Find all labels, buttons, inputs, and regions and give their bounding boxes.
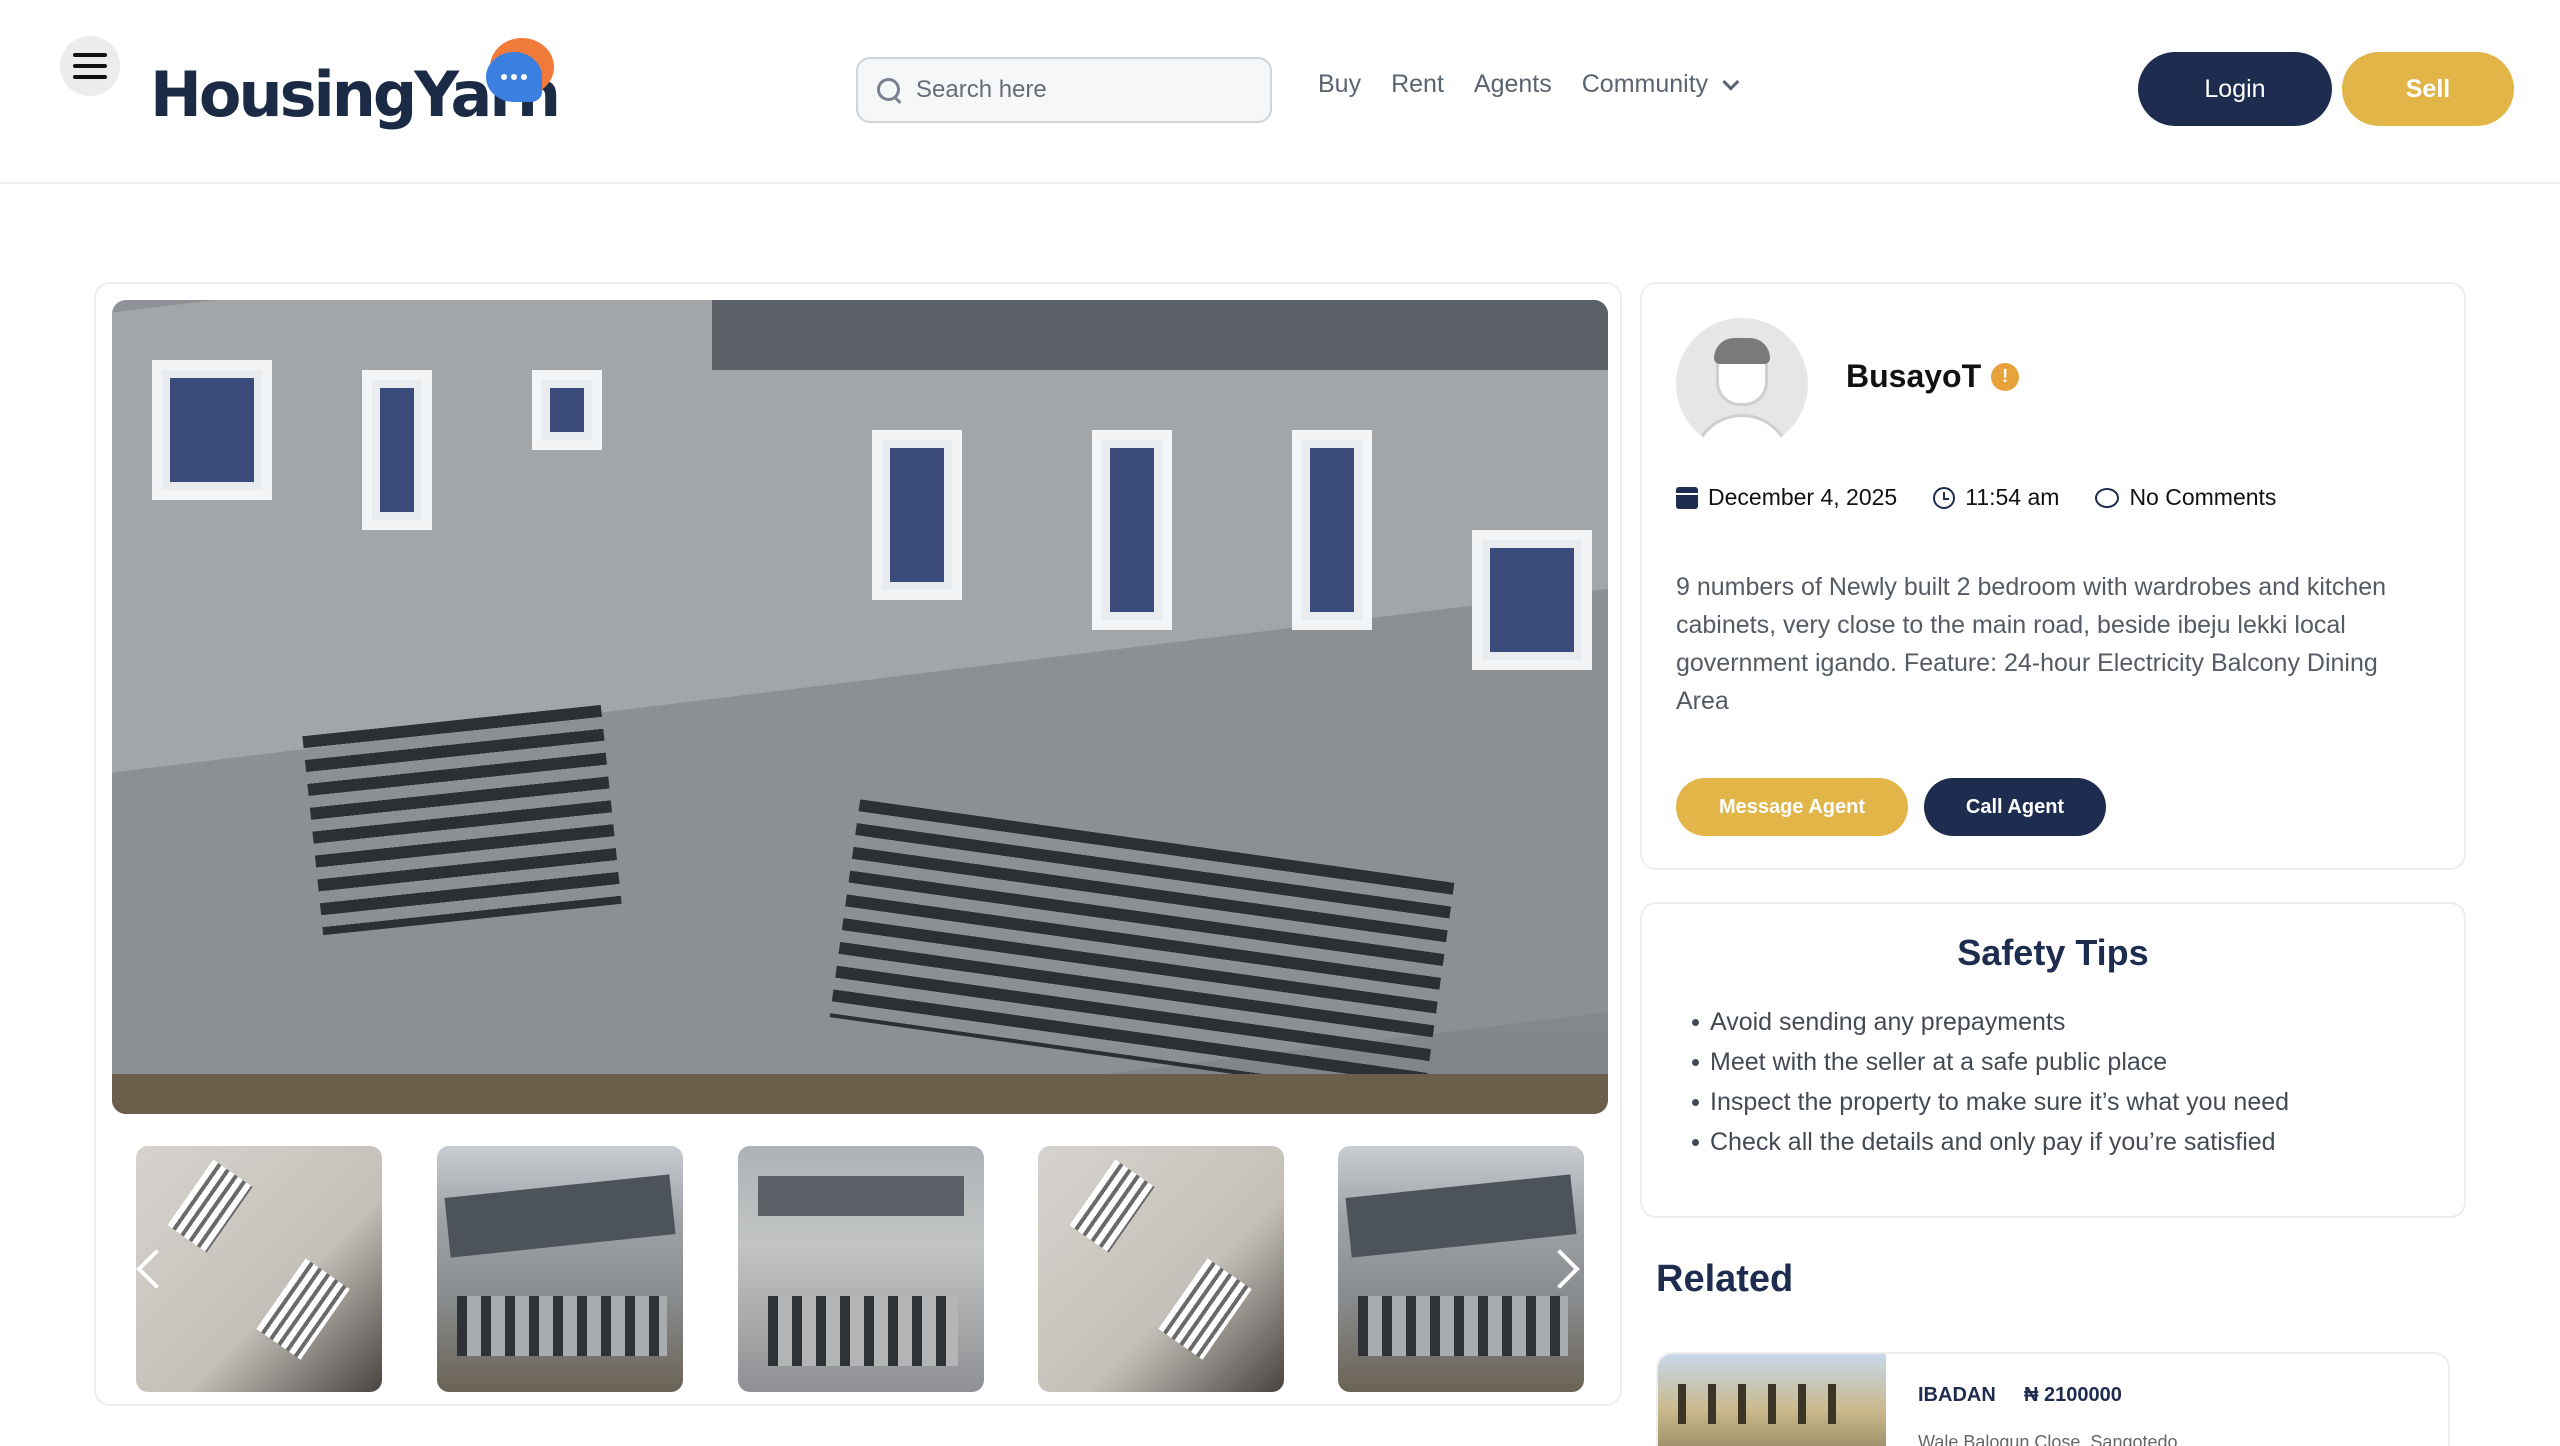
call-agent-button[interactable]: Call Agent — [1924, 778, 2106, 836]
search-box[interactable] — [856, 57, 1272, 123]
related-listing-card[interactable]: IBADAN ₦ 2100000 Wale Balogun Close, San… — [1656, 1352, 2450, 1446]
related-address: Wale Balogun Close, Sangotedo — [1918, 1432, 2178, 1446]
list-item: Inspect the property to make sure it’s w… — [1691, 1082, 2289, 1122]
search-input[interactable] — [916, 76, 1256, 104]
avatar[interactable] — [1676, 318, 1808, 450]
calendar-icon — [1676, 486, 1698, 509]
top-header: HousingYarn Buy Rent Agents Community Lo… — [0, 0, 2560, 184]
list-item: Meet with the seller at a safe public pl… — [1691, 1042, 2289, 1082]
thumbnail-4[interactable] — [1038, 1146, 1284, 1392]
warning-badge-icon: ! — [1991, 362, 2020, 391]
list-item: Avoid sending any prepayments — [1691, 1002, 2289, 1042]
comment-icon — [2095, 487, 2120, 508]
safety-tips-card: Safety Tips Avoid sending any prepayment… — [1640, 902, 2466, 1218]
chevron-down-icon — [1722, 73, 1740, 91]
related-title: Related — [1656, 1258, 1794, 1300]
main-property-photo[interactable] — [112, 300, 1608, 1114]
sell-button[interactable]: Sell — [2342, 52, 2514, 126]
main-nav: Buy Rent Agents Community — [1318, 70, 1740, 99]
post-date-text: December 4, 2025 — [1708, 484, 1898, 510]
housingyarn-logo[interactable]: HousingYarn — [150, 34, 570, 144]
message-agent-button[interactable]: Message Agent — [1676, 778, 1908, 836]
post-date: December 4, 2025 — [1676, 484, 1897, 511]
agent-name-text: BusayoT — [1846, 358, 1982, 394]
thumbnail-2[interactable] — [437, 1146, 683, 1392]
post-comments[interactable]: No Comments — [2095, 484, 2276, 511]
menu-icon[interactable] — [60, 36, 120, 96]
post-time-text: 11:54 am — [1965, 484, 2060, 510]
post-meta: December 4, 2025 11:54 am No Comments — [1676, 484, 2276, 511]
nav-community-label: Community — [1581, 70, 1709, 98]
related-city: IBADAN — [1918, 1384, 1996, 1406]
nav-agents[interactable]: Agents — [1474, 70, 1552, 99]
safety-tips-list: Avoid sending any prepayments Meet with … — [1691, 1002, 2289, 1162]
post-comments-text: No Comments — [2129, 484, 2277, 510]
post-time: 11:54 am — [1933, 484, 2059, 511]
related-listing-photo[interactable] — [1658, 1354, 1886, 1446]
related-price: ₦ 2100000 — [2024, 1384, 2122, 1406]
thumbnail-strip — [136, 1146, 1584, 1392]
search-icon — [876, 77, 902, 103]
clock-icon — [1933, 486, 1956, 509]
login-button[interactable]: Login — [2138, 52, 2332, 126]
agent-name[interactable]: BusayoT ! — [1846, 358, 2020, 395]
list-item: Check all the details and only pay if yo… — [1691, 1122, 2289, 1162]
safety-tips-title: Safety Tips — [1957, 932, 2149, 973]
listing-description: 9 numbers of Newly built 2 bedroom with … — [1676, 573, 2387, 715]
chat-dots-icon — [486, 52, 542, 102]
nav-community[interactable]: Community — [1581, 70, 1740, 99]
nav-buy[interactable]: Buy — [1318, 70, 1361, 99]
thumbnail-3[interactable] — [738, 1146, 984, 1392]
agent-card: BusayoT ! December 4, 2025 11:54 am No C… — [1640, 282, 2466, 870]
nav-rent[interactable]: Rent — [1391, 70, 1444, 99]
property-gallery — [94, 282, 1622, 1406]
